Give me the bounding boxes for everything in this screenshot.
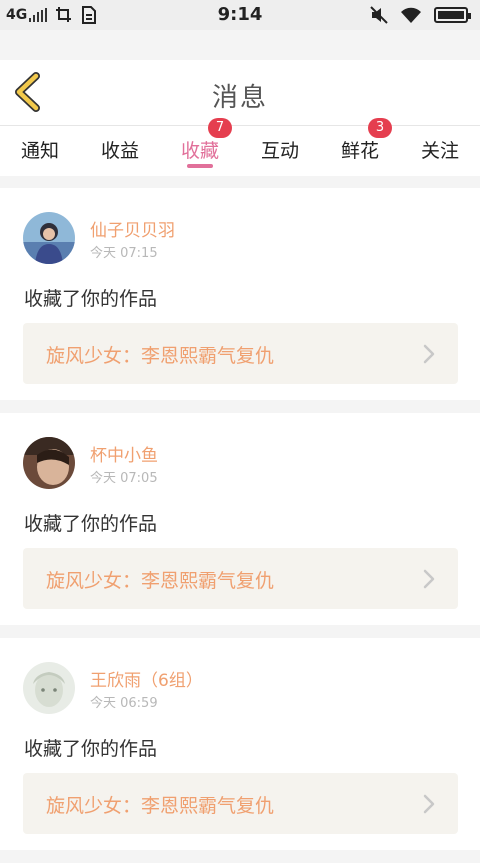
message-list: 仙子贝贝羽 今天 07:15 收藏了你的作品 旋风少女：李恩熙霸气复仇 杯中小鱼… [0,188,480,863]
battery-icon [434,7,471,23]
message-card: 仙子贝贝羽 今天 07:15 收藏了你的作品 旋风少女：李恩熙霸气复仇 [0,188,480,400]
unread-badge: 3 [368,118,392,138]
action-text: 收藏了你的作品 [24,288,158,310]
active-tab-indicator [187,164,213,168]
page-header: 消息 [0,60,480,126]
avatar[interactable] [23,662,75,714]
timestamp: 今天 07:15 [90,246,158,261]
tab-following[interactable]: 关注 [400,126,480,176]
work-title: 旋风少女：李恩熙霸气复仇 [46,795,275,817]
chevron-right-icon [423,344,435,364]
top-spacer [0,30,480,60]
tab-label: 互动 [260,140,299,162]
username[interactable]: 仙子贝贝羽 [90,216,175,241]
avatar[interactable] [23,437,75,489]
tab-label: 关注 [420,140,459,162]
mute-icon [370,6,388,24]
action-text: 收藏了你的作品 [24,513,158,535]
work-title: 旋风少女：李恩熙霸气复仇 [46,345,275,367]
username[interactable]: 王欣雨（6组） [90,666,203,691]
tab-earnings[interactable]: 收益 [80,126,160,176]
work-link[interactable]: 旋风少女：李恩熙霸气复仇 [23,323,458,384]
page-title: 消息 [211,83,268,113]
tab-interactions[interactable]: 互动 [240,126,320,176]
unread-badge: 7 [208,118,232,138]
tab-bar: 通知 收益 收藏 7 互动 鲜花 3 关注 [0,118,480,176]
work-title: 旋风少女：李恩熙霸气复仇 [46,570,275,592]
chevron-right-icon [423,794,435,814]
status-right [370,6,471,24]
chevron-right-icon [423,569,435,589]
wifi-icon [401,7,421,23]
tab-notifications[interactable]: 通知 [0,126,80,176]
timestamp: 今天 07:05 [90,471,158,486]
tab-label: 通知 [20,140,59,162]
message-card: 杯中小鱼 今天 07:05 收藏了你的作品 旋风少女：李恩熙霸气复仇 [0,413,480,625]
tab-label: 收藏 [180,140,219,162]
action-text: 收藏了你的作品 [24,738,158,760]
work-link[interactable]: 旋风少女：李恩熙霸气复仇 [23,548,458,609]
tab-label: 收益 [100,140,139,162]
tab-label: 鲜花 [340,140,379,162]
tab-flowers[interactable]: 鲜花 3 [320,118,400,176]
tab-favorites[interactable]: 收藏 7 [160,118,240,176]
avatar[interactable] [23,212,75,264]
message-card: 王欣雨（6组） 今天 06:59 收藏了你的作品 旋风少女：李恩熙霸气复仇 [0,638,480,850]
username[interactable]: 杯中小鱼 [90,441,158,466]
timestamp: 今天 06:59 [90,696,158,711]
work-link[interactable]: 旋风少女：李恩熙霸气复仇 [23,773,458,834]
status-bar: 4G 9:14 [0,0,480,30]
